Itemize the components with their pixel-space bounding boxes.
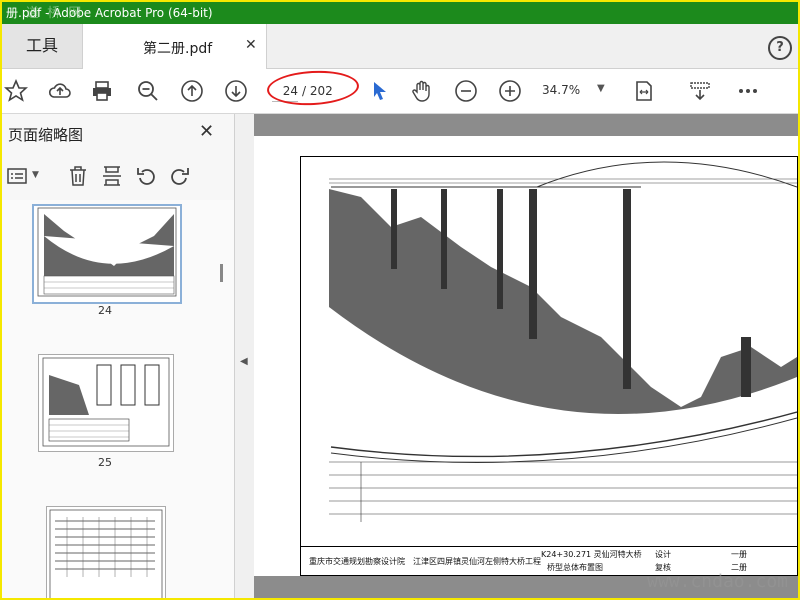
tab-bar: 工具 第二册.pdf ✕ ? [2, 24, 798, 69]
design-label: 设计 [655, 550, 671, 559]
bridge-elevation [329, 161, 797, 522]
tab-tools[interactable]: 工具 [2, 24, 82, 68]
watermark-bottom: www.cndao.com [647, 571, 788, 592]
thumbnail-page-26[interactable] [46, 506, 166, 598]
help-icon[interactable]: ? [768, 36, 792, 60]
main-toolbar: / 202 34.7% ▼ [2, 68, 798, 114]
thumbnails-panel: 页面缩略图 ✕ ▼ 24 25 [2, 114, 235, 598]
part-label: 一册 [731, 550, 747, 559]
rotate-left-icon[interactable] [134, 164, 158, 188]
insert-page-icon[interactable] [100, 164, 124, 188]
thumbnail-preview [37, 207, 177, 297]
title-bar: 册.pdf - Adobe Acrobat Pro (64-bit) 道 桥 网 [2, 2, 798, 24]
options-caret-icon[interactable]: ▼ [32, 170, 39, 180]
scroll-mode-icon[interactable] [688, 79, 712, 103]
zoom-in-icon[interactable] [498, 79, 522, 103]
thumbnail-list[interactable]: 24 25 [2, 200, 234, 598]
panel-close-icon[interactable]: ✕ [199, 121, 214, 142]
panel-toolbar: ▼ [2, 158, 234, 194]
thumbnail-number: 25 [98, 456, 112, 469]
cloud-upload-icon[interactable] [48, 79, 72, 103]
project-name: 江津区四屏镇灵仙河左侧特大桥工程 [413, 557, 541, 566]
zoom-dropdown-caret-icon[interactable]: ▼ [597, 83, 605, 94]
previous-page-icon[interactable] [180, 79, 204, 103]
thumbnail-number: 24 [98, 304, 112, 317]
zoom-search-icon[interactable] [136, 79, 160, 103]
hand-tool-icon[interactable] [410, 79, 434, 103]
rotate-right-icon[interactable] [168, 164, 192, 188]
tab-document-label: 第二册.pdf [143, 41, 213, 57]
app-window: 册.pdf - Adobe Acrobat Pro (64-bit) 道 桥 网… [2, 2, 798, 598]
bookmark-star-icon[interactable] [4, 79, 28, 103]
more-tools-icon[interactable] [736, 79, 760, 103]
panel-title: 页面缩略图 [8, 126, 84, 144]
fit-page-icon[interactable] [632, 79, 656, 103]
zoom-out-icon[interactable] [454, 79, 478, 103]
options-menu-icon[interactable] [6, 164, 30, 188]
thumbnail-scrollbar[interactable] [220, 264, 223, 282]
document-viewer[interactable]: 重庆市交通规划勘察设计院 江津区四屏镇灵仙河左侧特大桥工程 K24+30.271… [254, 114, 798, 598]
engineering-drawing: 重庆市交通规划勘察设计院 江津区四屏镇灵仙河左侧特大桥工程 K24+30.271… [300, 156, 798, 576]
sheet-subtitle: 桥型总体布置图 [547, 563, 603, 572]
tab-close-icon[interactable]: ✕ [245, 37, 257, 53]
next-page-icon[interactable] [224, 79, 248, 103]
pdf-page: 重庆市交通规划勘察设计院 江津区四屏镇灵仙河左侧特大桥工程 K24+30.271… [254, 136, 798, 576]
watermark-top: 道 桥 网 [26, 6, 84, 21]
thumbnail-preview [42, 357, 170, 447]
print-icon[interactable] [90, 79, 114, 103]
sheet-title: K24+30.271 灵仙河特大桥 [541, 550, 642, 559]
thumbnail-preview [49, 509, 163, 598]
zoom-level[interactable]: 34.7% [542, 83, 580, 97]
org-name: 重庆市交通规划勘察设计院 [309, 557, 405, 566]
select-cursor-icon[interactable] [368, 79, 392, 103]
thumbnail-page-24[interactable] [32, 204, 182, 304]
delete-page-icon[interactable] [66, 164, 90, 188]
tab-document[interactable]: 第二册.pdf ✕ [82, 24, 267, 69]
collapse-panel-icon[interactable]: ◀ [240, 356, 248, 367]
thumbnail-page-25[interactable] [38, 354, 174, 452]
